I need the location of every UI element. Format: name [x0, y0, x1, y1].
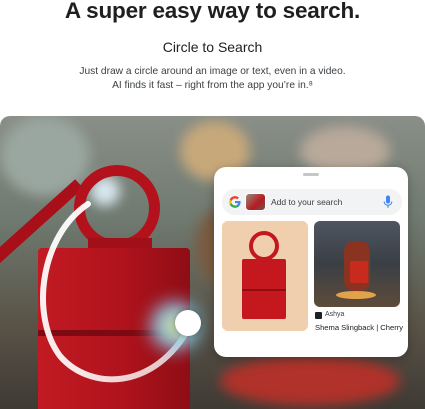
headline: A super easy way to search. — [64, 0, 361, 23]
result-bag-handle — [249, 231, 279, 261]
result-image-1[interactable] — [222, 221, 308, 331]
result-stool — [336, 291, 376, 299]
search-input[interactable]: Add to your search — [271, 197, 342, 207]
circle-selection-stroke — [40, 201, 193, 383]
result-source[interactable]: Ashya — [325, 311, 344, 318]
description-line-1: Just draw a circle around an image or te… — [79, 66, 346, 77]
microphone-icon[interactable] — [383, 195, 393, 209]
google-g-icon — [229, 196, 241, 208]
source-favicon-icon — [315, 312, 322, 319]
circle-drag-handle[interactable] — [175, 310, 201, 336]
result-image-2[interactable] — [314, 221, 400, 307]
background-blur — [220, 356, 400, 406]
result-bag — [350, 261, 368, 283]
result-bag-flap — [242, 289, 286, 291]
description: Just draw a circle around an image or te… — [0, 65, 425, 92]
selected-image-thumbnail[interactable] — [245, 193, 266, 211]
subheading: Circle to Search — [162, 39, 263, 55]
sheet-grabber[interactable] — [303, 173, 319, 176]
result-title[interactable]: Shema Slingback | Cherry — [315, 323, 403, 332]
description-line-2: AI finds it fast – right from the app yo… — [112, 79, 313, 91]
